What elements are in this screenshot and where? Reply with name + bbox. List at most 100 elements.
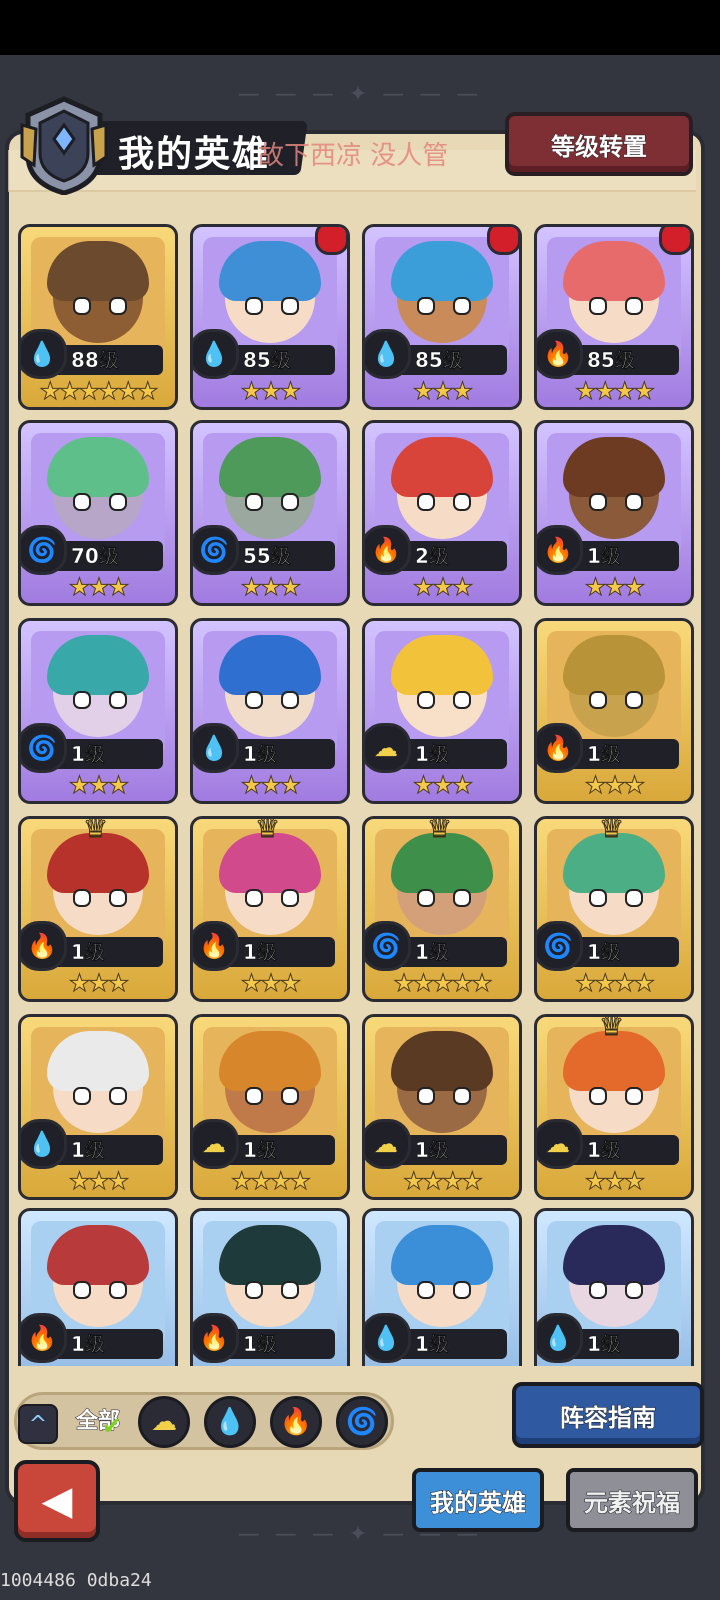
- hero-level: 70级: [71, 544, 119, 569]
- filter-water-icon[interactable]: 💧: [204, 1396, 256, 1448]
- hero-level: 2级: [415, 544, 449, 569]
- collapse-toggle-icon[interactable]: ^: [18, 1404, 58, 1444]
- water-element-icon: 💧: [537, 1313, 583, 1363]
- hero-eye: [417, 297, 435, 315]
- filter-earth-icon[interactable]: ☁: [138, 1396, 190, 1448]
- back-button[interactable]: ◀: [14, 1460, 100, 1542]
- hero-card[interactable]: 88级 💧 ★★★★★★: [18, 224, 178, 410]
- fire-element-icon: 🔥: [193, 1313, 239, 1363]
- crown-icon: ♛: [426, 816, 453, 845]
- filter-nature-icon[interactable]: 🌀: [336, 1396, 388, 1448]
- hero-eye: [73, 493, 91, 511]
- hero-eye: [417, 493, 435, 511]
- hero-card[interactable]: 1级 💧 ★★★: [190, 618, 350, 804]
- debug-text: 1004486 0dba24: [0, 1570, 152, 1591]
- hero-eye: [245, 691, 263, 709]
- hero-card[interactable]: 1级 ☁ ★★★★: [190, 1014, 350, 1200]
- hero-level: 1级: [243, 1332, 277, 1357]
- checkmark-icon: ✔: [102, 1412, 123, 1440]
- level-transfer-button[interactable]: 等级转置: [505, 112, 693, 176]
- fire-element-icon: 🔥: [193, 921, 239, 971]
- hero-eye: [245, 493, 263, 511]
- hero-eye: [109, 691, 127, 709]
- notification-dot: [315, 227, 347, 255]
- hero-stars: ★★★: [412, 377, 474, 406]
- hero-grid: 88级 💧 ★★★★★★ 85级 💧 ★★★ 85级 💧 ★★★ 85级 🔥 ★★★★ 70级 🌀 ★★★ 5…: [18, 224, 698, 1366]
- hero-level: 1级: [587, 1138, 621, 1163]
- status-bar: [0, 0, 720, 55]
- hero-card[interactable]: 1级 💧: [534, 1208, 694, 1366]
- hero-eye: [109, 297, 127, 315]
- fire-element-icon: 🔥: [365, 525, 411, 575]
- tab-element-blessing[interactable]: 元素祝福: [566, 1468, 698, 1532]
- hero-eye: [417, 1281, 435, 1299]
- hero-card[interactable]: 1级 🔥: [18, 1208, 178, 1366]
- fire-element-icon: 🔥: [21, 921, 67, 971]
- hero-eye: [417, 691, 435, 709]
- hero-eye: [625, 297, 643, 315]
- hero-card[interactable]: 85级 💧 ★★★: [362, 224, 522, 410]
- hero-card[interactable]: 1级 ☁ ★★★: [362, 618, 522, 804]
- hero-card[interactable]: 1级 💧 ★★★: [18, 1014, 178, 1200]
- overlay-text: 故下西凉 没人管: [258, 141, 449, 171]
- hero-stars: ★★★: [240, 771, 302, 800]
- level-transfer-label: 等级转置: [551, 132, 648, 161]
- lineup-guide-button[interactable]: 阵容指南: [512, 1382, 704, 1448]
- hero-card[interactable]: 70级 🌀 ★★★: [18, 420, 178, 606]
- hero-eye: [245, 889, 263, 907]
- hero-card[interactable]: 2级 🔥 ★★★: [362, 420, 522, 606]
- hero-eye: [589, 1087, 607, 1105]
- water-element-icon: 💧: [21, 329, 67, 379]
- hero-card[interactable]: 85级 🔥 ★★★★: [534, 224, 694, 410]
- fire-element-icon: 🔥: [21, 1313, 67, 1363]
- tab-my-heroes[interactable]: 我的英雄: [412, 1468, 544, 1532]
- hero-card[interactable]: 1级 🔥 ★★★ ♛: [18, 816, 178, 1002]
- hero-stars: ★★★: [240, 377, 302, 406]
- hero-eye: [625, 1281, 643, 1299]
- tab-my-heroes-label: 我的英雄: [430, 1488, 527, 1517]
- hero-stars: ★★★: [68, 771, 130, 800]
- hero-level: 1级: [71, 742, 105, 767]
- hero-card[interactable]: 1级 🌀 ★★★: [18, 618, 178, 804]
- hero-eye: [281, 297, 299, 315]
- hero-eye: [453, 1087, 471, 1105]
- hero-level: 1级: [243, 940, 277, 965]
- hero-eye: [281, 1087, 299, 1105]
- hero-card[interactable]: 1级 🌀 ★★★★ ♛: [534, 816, 694, 1002]
- hero-eye: [453, 691, 471, 709]
- hero-stars: ★★★★: [574, 969, 655, 998]
- hero-stars: ★★★: [240, 969, 302, 998]
- hero-card[interactable]: 1级 🔥 ★★★: [534, 420, 694, 606]
- hero-card[interactable]: 1级 ☁ ★★★★: [362, 1014, 522, 1200]
- hero-card[interactable]: 55级 🌀 ★★★: [190, 420, 350, 606]
- hero-stars: ★★★: [412, 771, 474, 800]
- hero-level: 85级: [587, 348, 635, 373]
- hero-card[interactable]: 1级 ☁ ★★★ ♛: [534, 1014, 694, 1200]
- fire-element-icon: 🔥: [537, 329, 583, 379]
- hero-eye: [589, 889, 607, 907]
- hero-level: 1级: [71, 1332, 105, 1357]
- hero-card[interactable]: 1级 🔥 ★★★: [534, 618, 694, 804]
- back-arrow-icon: ◀: [41, 1478, 73, 1524]
- hero-eye: [109, 1087, 127, 1105]
- hero-card[interactable]: 1级 🌀 ★★★★★ ♛: [362, 816, 522, 1002]
- hero-eye: [245, 1281, 263, 1299]
- hero-card[interactable]: 1级 🔥: [190, 1208, 350, 1366]
- hero-card[interactable]: 1级 💧: [362, 1208, 522, 1366]
- fire-element-icon: 🔥: [537, 525, 583, 575]
- water-element-icon: 💧: [21, 1119, 67, 1169]
- hero-eye: [589, 691, 607, 709]
- hero-eye: [625, 493, 643, 511]
- hero-card[interactable]: 85级 💧 ★★★: [190, 224, 350, 410]
- game-screen: — — — ✦ — — — — — — ✦ — — — 我的英雄 故下西凉 没人…: [0, 0, 720, 1600]
- hero-eye: [589, 493, 607, 511]
- crown-icon: ♛: [598, 1014, 625, 1043]
- hero-stars: ★★★★★★: [39, 377, 159, 406]
- hero-eye: [453, 297, 471, 315]
- hero-eye: [73, 297, 91, 315]
- filter-fire-icon[interactable]: 🔥: [270, 1396, 322, 1448]
- hero-level: 1级: [587, 1332, 621, 1357]
- hero-stars: ★★★★: [230, 1167, 311, 1196]
- hero-card[interactable]: 1级 🔥 ★★★ ♛: [190, 816, 350, 1002]
- page-title: 我的英雄: [117, 133, 271, 176]
